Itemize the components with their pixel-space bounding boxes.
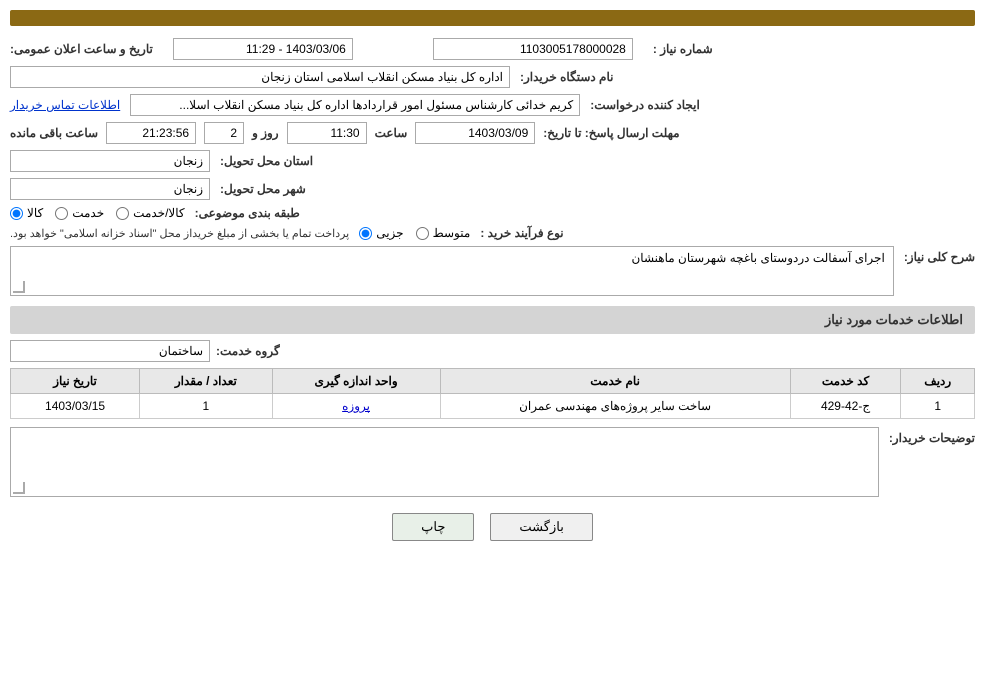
- row-ijadKonande: ایجاد کننده درخواست: کریم خدائی کارشناس …: [10, 94, 975, 116]
- row-mohlat: مهلت ارسال پاسخ: تا تاریخ: 1403/03/09 سا…: [10, 122, 975, 144]
- services-table: ردیف کد خدمت نام خدمت واحد اندازه گیری ت…: [10, 368, 975, 419]
- tarikh-value: 1403/03/06 - 11:29: [173, 38, 353, 60]
- tabaqe-radio-group: کالا/خدمت خدمت کالا: [10, 206, 185, 220]
- sharh-koli-section: شرح کلی نیاز: اجرای آسفالت دردوستای باغچ…: [10, 246, 975, 296]
- tarikh-label: تاریخ و ساعت اعلان عمومی:: [10, 42, 153, 56]
- tabaqe-khidmat-label: خدمت: [72, 206, 104, 220]
- ittelaat-tamas-link[interactable]: اطلاعات تماس خریدار: [10, 98, 120, 112]
- page-title: [10, 10, 975, 26]
- resize-handle[interactable]: [13, 281, 25, 293]
- namDastgah-label: نام دستگاه خریدار:: [520, 70, 614, 84]
- tabaqe-kala-khidmat-label: کالا/خدمت: [133, 206, 184, 220]
- tabaqe-kala: کالا: [10, 206, 43, 220]
- table-row: 1 ج-42-429 ساخت سایر پروژه‌های مهندسی عم…: [11, 394, 975, 419]
- ostan-label: استان محل تحویل:: [220, 154, 313, 168]
- grohe-value: ساختمان: [10, 340, 210, 362]
- mohlat-rooz: 2: [204, 122, 244, 144]
- tawsiyat-section: توضیحات خریدار:: [10, 427, 975, 497]
- khadamat-section-header: اطلاعات خدمات مورد نیاز: [10, 306, 975, 334]
- page-wrapper: شماره نیاز : 1103005178000028 1403/03/06…: [0, 0, 985, 691]
- tabaqe-kala-khidmat-radio[interactable]: [116, 207, 129, 220]
- cell-tedad: 1: [140, 394, 272, 419]
- col-tarikh: تاریخ نیاز: [11, 369, 140, 394]
- cell-vahed: پروزه: [272, 394, 440, 419]
- button-row: بازگشت چاپ: [10, 513, 975, 541]
- mohlat-saat: 11:30: [287, 122, 367, 144]
- sharhKoli-label: شرح کلی نیاز:: [904, 246, 975, 264]
- grohe-row: گروه خدمت: ساختمان: [10, 340, 975, 362]
- col-kod: کد خدمت: [790, 369, 901, 394]
- mohlat-baghimande: 21:23:56: [106, 122, 196, 144]
- shomareNiaz-value: 1103005178000028: [433, 38, 633, 60]
- noeFarayand-jozi-label: جزیی: [376, 226, 403, 240]
- ijadKonande-value: کریم خدائی کارشناس مسئول امور قراردادها …: [130, 94, 580, 116]
- col-name: نام خدمت: [440, 369, 790, 394]
- noeFarayand-radio-group: متوسط جزیی: [359, 226, 470, 240]
- mohlat-rooz-label: روز و: [252, 126, 279, 140]
- noeFarayand-jozi-radio[interactable]: [359, 227, 372, 240]
- cell-tarikh: 1403/03/15: [11, 394, 140, 419]
- mohlat-saat-label: ساعت: [375, 126, 408, 140]
- tabaqe-kala-radio[interactable]: [10, 207, 23, 220]
- col-tedad: تعداد / مقدار: [140, 369, 272, 394]
- ijadKonande-label: ایجاد کننده درخواست:: [590, 98, 700, 112]
- row-shahr: شهر محل تحویل: زنجان: [10, 178, 975, 200]
- cell-kod: ج-42-429: [790, 394, 901, 419]
- noeFarayand-motavasset-radio[interactable]: [416, 227, 429, 240]
- ostan-value: زنجان: [10, 150, 210, 172]
- back-button[interactable]: بازگشت: [490, 513, 592, 541]
- grohe-label: گروه خدمت:: [216, 344, 280, 358]
- shahr-label: شهر محل تحویل:: [220, 182, 306, 196]
- col-radif: ردیف: [901, 369, 975, 394]
- sharhKoli-value: اجرای آسفالت دردوستای باغچه شهرستان ماهن…: [631, 251, 884, 265]
- row-noeFarayand: نوع فرآیند خرید : متوسط جزیی پرداخت تمام…: [10, 226, 975, 240]
- shomareNiaz-label: شماره نیاز :: [653, 42, 713, 56]
- print-button[interactable]: چاپ: [392, 513, 474, 541]
- shahr-value: زنجان: [10, 178, 210, 200]
- noeFarayand-note: پرداخت تمام یا بخشی از مبلغ خریداز محل "…: [10, 227, 349, 240]
- row-ostan: استان محل تحویل: زنجان: [10, 150, 975, 172]
- mohlat-date: 1403/03/09: [415, 122, 535, 144]
- mohlat-label: مهلت ارسال پاسخ: تا تاریخ:: [543, 126, 679, 140]
- namDastgah-value: اداره کل بنیاد مسکن انقلاب اسلامی استان …: [10, 66, 510, 88]
- cell-name: ساخت سایر پروژه‌های مهندسی عمران: [440, 394, 790, 419]
- tawsiyat-label: توضیحات خریدار:: [889, 427, 975, 445]
- tabaqe-label: طبقه بندی موضوعی:: [195, 206, 300, 220]
- tawsiyat-box: [10, 427, 879, 497]
- tawsiyat-resize-handle[interactable]: [13, 482, 25, 494]
- row-namDastgah: نام دستگاه خریدار: اداره کل بنیاد مسکن ا…: [10, 66, 975, 88]
- tabaqe-kala-label: کالا: [27, 206, 43, 220]
- noeFarayand-label: نوع فرآیند خرید :: [480, 226, 563, 240]
- row-tabaqe: طبقه بندی موضوعی: کالا/خدمت خدمت کالا: [10, 206, 975, 220]
- row-shomareNiaz: شماره نیاز : 1103005178000028 1403/03/06…: [10, 38, 975, 60]
- cell-radif: 1: [901, 394, 975, 419]
- noeFarayand-jozi: جزیی: [359, 226, 403, 240]
- noeFarayand-motavasset-label: متوسط: [433, 226, 471, 240]
- col-vahed: واحد اندازه گیری: [272, 369, 440, 394]
- sharhKoli-box: اجرای آسفالت دردوستای باغچه شهرستان ماهن…: [10, 246, 894, 296]
- mohlat-baghimande-label: ساعت باقی مانده: [10, 126, 98, 140]
- tabaqe-kala-khidmat: کالا/خدمت: [116, 206, 184, 220]
- tabaqe-khidmat: خدمت: [55, 206, 104, 220]
- noeFarayand-motavasset: متوسط: [416, 226, 471, 240]
- tabaqe-khidmat-radio[interactable]: [55, 207, 68, 220]
